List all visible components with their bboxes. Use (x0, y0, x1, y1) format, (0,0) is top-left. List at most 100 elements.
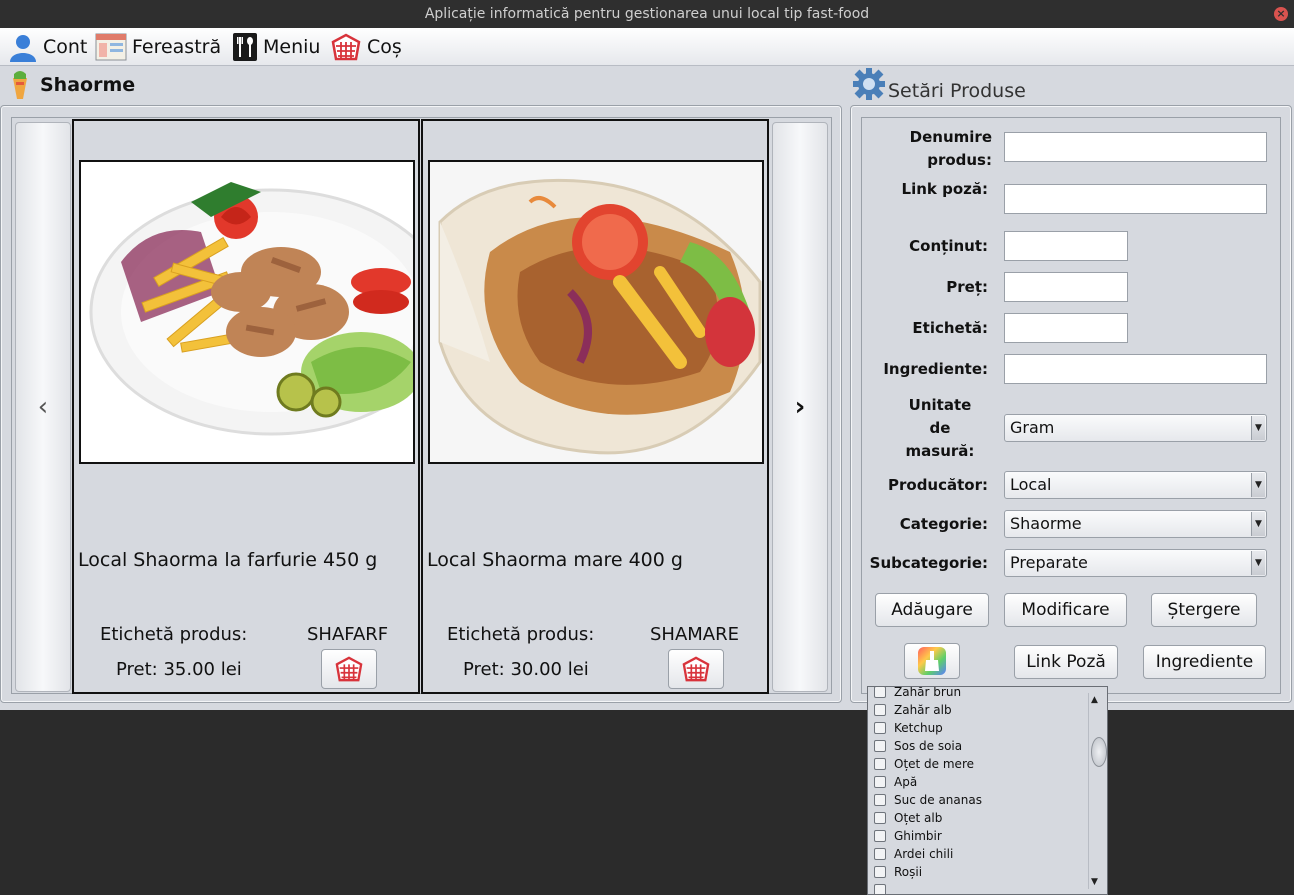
checkbox[interactable] (874, 848, 886, 860)
ingredient-label: Sos de soia (894, 739, 963, 753)
prev-button[interactable]: ‹ (15, 122, 71, 692)
menubar: Cont Fereastră Meniu Coș (0, 28, 1294, 66)
list-item[interactable]: Apă (874, 773, 1088, 791)
checkbox[interactable] (874, 704, 886, 716)
add-to-cart-button[interactable] (668, 649, 724, 689)
ingrediente-label: Ingrediente: (883, 360, 988, 378)
product-card[interactable]: Local Shaorma la farfurie 450 g Etichetă… (72, 119, 420, 694)
add-to-cart-button[interactable] (321, 649, 377, 689)
link-photo-field[interactable] (1004, 184, 1267, 214)
clear-form-button[interactable] (904, 643, 960, 679)
menu-meniu[interactable]: Meniu (232, 32, 320, 62)
ingredients-list: Zahăr brun Zahăr alb Ketchup Sos de soia… (874, 687, 1088, 894)
list-item[interactable]: Ghimbir (874, 827, 1088, 845)
subcategorie-value: Preparate (1010, 553, 1088, 572)
checkbox[interactable] (874, 884, 886, 894)
checkbox[interactable] (874, 758, 886, 770)
scroll-thumb[interactable] (1091, 737, 1107, 767)
ingredient-label: Oțet alb (894, 811, 943, 825)
list-item[interactable]: Suc de ananas (874, 791, 1088, 809)
list-item[interactable]: Roșii (874, 863, 1088, 881)
ingrediente-field[interactable] (1004, 354, 1267, 384)
categorie-label: Categorie: (899, 515, 988, 533)
product-price: Pret: 30.00 lei (463, 659, 589, 680)
scroll-down-icon[interactable]: ▼ (1091, 877, 1098, 887)
product-tag-label: Etichetă produs: (100, 624, 248, 645)
list-item[interactable] (874, 881, 1088, 894)
pret-field[interactable] (1004, 272, 1128, 302)
product-name: Local Shaorma mare 400 g (427, 549, 683, 571)
user-icon (10, 35, 36, 62)
list-item[interactable]: Sos de soia (874, 737, 1088, 755)
ingredient-label: Ghimbir (894, 829, 942, 843)
cart-icon (331, 33, 361, 61)
products-title: Shaorme (40, 74, 136, 96)
chevron-right-icon: › (794, 392, 806, 422)
checkbox[interactable] (874, 866, 886, 878)
modify-button[interactable]: Modificare (1004, 593, 1127, 627)
add-button[interactable]: Adăugare (875, 593, 989, 627)
menu-cont-label: Cont (43, 36, 88, 58)
list-item[interactable]: Zahăr alb (874, 701, 1088, 719)
product-card[interactable]: Local Shaorma mare 400 g Etichetă produs… (421, 119, 769, 694)
checkbox[interactable] (874, 776, 886, 788)
ingredient-label: Suc de ananas (894, 793, 982, 807)
list-item[interactable]: Oțet de mere (874, 755, 1088, 773)
menu-fereastra[interactable]: Fereastră (95, 32, 221, 62)
popup-scrollbar[interactable]: ▲ ▼ (1088, 693, 1107, 889)
window-title: Aplicație informatică pentru gestionarea… (424, 6, 870, 22)
continut-field[interactable] (1004, 231, 1128, 261)
scroll-up-icon[interactable]: ▲ (1091, 695, 1098, 705)
menu-cont[interactable]: Cont (8, 32, 87, 62)
gear-icon (853, 68, 885, 100)
producator-select[interactable]: Local ▼ (1004, 471, 1267, 499)
ingredient-label: Roșii (894, 865, 923, 879)
denumire-field[interactable] (1004, 132, 1267, 162)
checkbox[interactable] (874, 812, 886, 824)
product-tag-label: Etichetă produs: (447, 624, 595, 645)
products-section-title: Shaorme (10, 70, 135, 100)
denumire-label: Denumire produs: (909, 128, 992, 169)
unitate-select[interactable]: Gram ▼ (1004, 414, 1267, 442)
clear-icon (918, 647, 946, 675)
ingredient-label: Ardei chili (894, 847, 954, 861)
list-item[interactable]: Ardei chili (874, 845, 1088, 863)
shaorma-icon (13, 71, 27, 99)
checkbox[interactable] (874, 722, 886, 734)
delete-button[interactable]: Ștergere (1151, 593, 1257, 627)
producator-value: Local (1010, 475, 1052, 494)
cart-icon (335, 656, 363, 682)
continut-label: Conținut: (909, 237, 988, 255)
dropdown-arrow-icon: ▼ (1251, 473, 1265, 497)
checkbox[interactable] (874, 740, 886, 752)
checkbox[interactable] (874, 830, 886, 842)
list-item[interactable]: Ketchup (874, 719, 1088, 737)
eticheta-field[interactable] (1004, 313, 1128, 343)
settings-title: Setări Produse (888, 80, 1026, 102)
link-label: Link poză: (901, 180, 988, 198)
producator-label: Producător: (888, 476, 988, 494)
product-tag-value: SHAFARF (307, 624, 389, 645)
checkbox[interactable] (874, 794, 886, 806)
next-button[interactable]: › (772, 122, 828, 692)
list-item[interactable]: Oțet alb (874, 809, 1088, 827)
subcategorie-select[interactable]: Preparate ▼ (1004, 549, 1267, 577)
unitate-value: Gram (1010, 418, 1055, 437)
dropdown-arrow-icon: ▼ (1251, 416, 1265, 440)
categorie-select[interactable]: Shaorme ▼ (1004, 510, 1267, 538)
link-photo-button[interactable]: Link Poză (1014, 645, 1118, 679)
ingredient-label: Oțet de mere (894, 757, 974, 771)
checkbox[interactable] (874, 687, 886, 698)
menu-cos[interactable]: Coș (330, 32, 402, 62)
menu-meniu-label: Meniu (263, 36, 321, 58)
main-window: Cont Fereastră Meniu Coș Shaorme ‹ › Loc… (0, 28, 1294, 710)
ingredients-button[interactable]: Ingrediente (1143, 645, 1266, 679)
list-item[interactable]: Zahăr brun (874, 687, 1088, 701)
pret-label: Preț: (946, 278, 988, 296)
unitate-label: Unitate de masură: (905, 396, 975, 460)
close-icon[interactable]: × (1274, 7, 1288, 21)
ingredient-label: Zahăr alb (894, 703, 952, 717)
chevron-left-icon: ‹ (37, 392, 49, 422)
product-price: Pret: 35.00 lei (116, 659, 242, 680)
product-name: Local Shaorma la farfurie 450 g (78, 549, 378, 571)
